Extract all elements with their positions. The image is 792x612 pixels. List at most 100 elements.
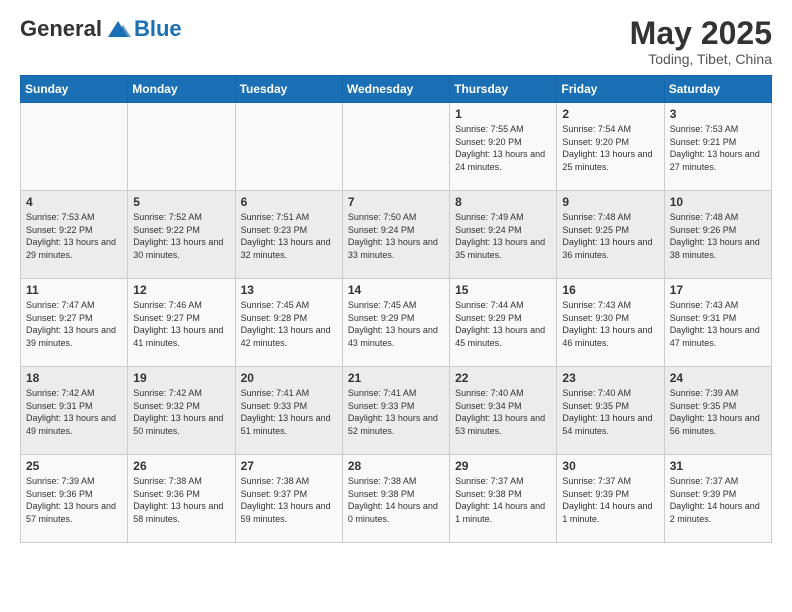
day-info: Sunrise: 7:41 AM Sunset: 9:33 PM Dayligh… (241, 387, 337, 437)
calendar-cell: 5Sunrise: 7:52 AM Sunset: 9:22 PM Daylig… (128, 191, 235, 279)
day-number: 13 (241, 283, 337, 297)
day-info: Sunrise: 7:43 AM Sunset: 9:30 PM Dayligh… (562, 299, 658, 349)
day-number: 14 (348, 283, 444, 297)
calendar-cell: 29 Sunrise: 7:37 AM Sunset: 9:38 PM Dayli… (450, 455, 557, 543)
day-info: Sunrise: 7:40 AM Sunset: 9:34 PM Dayligh… (455, 387, 551, 437)
logo-general-text: General (20, 16, 102, 42)
day-number: 8 (455, 195, 551, 209)
day-number: 29 (455, 459, 551, 473)
day-info: Sunrise: 7:40 AM Sunset: 9:35 PM Dayligh… (562, 387, 658, 437)
day-info: Sunrise: 7:39 AM Sunset: 9:35 PM Dayligh… (670, 387, 766, 437)
calendar-cell: 16Sunrise: 7:43 AM Sunset: 9:30 PM Dayli… (557, 279, 664, 367)
calendar-cell (21, 103, 128, 191)
calendar-cell: 18Sunrise: 7:42 AM Sunset: 9:31 PM Dayli… (21, 367, 128, 455)
day-number: 15 (455, 283, 551, 297)
logo-icon (103, 17, 133, 41)
calendar-cell: 28 Sunrise: 7:38 AM Sunset: 9:38 PM Dayli… (342, 455, 449, 543)
calendar-cell: 1Sunrise: 7:55 AM Sunset: 9:20 PM Daylig… (450, 103, 557, 191)
day-info: Sunrise: 7:43 AM Sunset: 9:31 PM Dayligh… (670, 299, 766, 349)
calendar-cell: 7Sunrise: 7:50 AM Sunset: 9:24 PM Daylig… (342, 191, 449, 279)
day-number: 17 (670, 283, 766, 297)
day-info: Sunrise: 7:44 AM Sunset: 9:29 PM Dayligh… (455, 299, 551, 349)
calendar-cell: 26 Sunrise: 7:38 AM Sunset: 9:36 PM Dayli… (128, 455, 235, 543)
calendar-cell: 21 Sunrise: 7:41 AM Sunset: 9:33 PM Dayli… (342, 367, 449, 455)
day-number: 2 (562, 107, 658, 121)
calendar-cell: 2 Sunrise: 7:54 AM Sunset: 9:20 PM Daylig… (557, 103, 664, 191)
calendar-cell: 13 Sunrise: 7:45 AM Sunset: 9:28 PM Dayli… (235, 279, 342, 367)
day-info: Sunrise: 7:38 AM Sunset: 9:36 PM Dayligh… (133, 475, 229, 525)
calendar-cell: 31 Sunrise: 7:37 AM Sunset: 9:39 PM Dayli… (664, 455, 771, 543)
day-number: 4 (26, 195, 122, 209)
logo-blue-text: Blue (134, 16, 182, 42)
calendar-cell (128, 103, 235, 191)
day-number: 24 (670, 371, 766, 385)
day-number: 31 (670, 459, 766, 473)
day-info: Sunrise: 7:55 AM Sunset: 9:20 PM Dayligh… (455, 123, 551, 173)
day-number: 30 (562, 459, 658, 473)
day-number: 27 (241, 459, 337, 473)
day-info: Sunrise: 7:50 AM Sunset: 9:24 PM Dayligh… (348, 211, 444, 261)
day-number: 6 (241, 195, 337, 209)
calendar-week-row: 11 Sunrise: 7:47 AM Sunset: 9:27 PM Dayli… (21, 279, 772, 367)
calendar-cell: 14 Sunrise: 7:45 AM Sunset: 9:29 PM Dayli… (342, 279, 449, 367)
day-number: 12 (133, 283, 229, 297)
day-number: 23 (562, 371, 658, 385)
day-info: Sunrise: 7:41 AM Sunset: 9:33 PM Dayligh… (348, 387, 444, 437)
day-of-week-header: Friday (557, 76, 664, 103)
day-info: Sunrise: 7:45 AM Sunset: 9:28 PM Dayligh… (241, 299, 337, 349)
day-info: Sunrise: 7:51 AM Sunset: 9:23 PM Dayligh… (241, 211, 337, 261)
day-info: Sunrise: 7:46 AM Sunset: 9:27 PM Dayligh… (133, 299, 229, 349)
day-of-week-header: Thursday (450, 76, 557, 103)
calendar-week-row: 4 Sunrise: 7:53 AM Sunset: 9:22 PM Daylig… (21, 191, 772, 279)
day-number: 26 (133, 459, 229, 473)
day-info: Sunrise: 7:54 AM Sunset: 9:20 PM Dayligh… (562, 123, 658, 173)
calendar-cell (342, 103, 449, 191)
day-info: Sunrise: 7:37 AM Sunset: 9:39 PM Dayligh… (562, 475, 658, 525)
calendar-week-row: 1Sunrise: 7:55 AM Sunset: 9:20 PM Daylig… (21, 103, 772, 191)
day-number: 9 (562, 195, 658, 209)
calendar-cell: 20 Sunrise: 7:41 AM Sunset: 9:33 PM Dayli… (235, 367, 342, 455)
location: Toding, Tibet, China (630, 51, 772, 67)
calendar-cell: 6 Sunrise: 7:51 AM Sunset: 9:23 PM Daylig… (235, 191, 342, 279)
page: General Blue May 2025 Toding, Tibet, Chi… (0, 0, 792, 612)
calendar-cell: 19 Sunrise: 7:42 AM Sunset: 9:32 PM Dayli… (128, 367, 235, 455)
day-number: 11 (26, 283, 122, 297)
day-info: Sunrise: 7:42 AM Sunset: 9:31 PM Dayligh… (26, 387, 122, 437)
day-number: 22 (455, 371, 551, 385)
calendar-week-row: 25 Sunrise: 7:39 AM Sunset: 9:36 PM Dayli… (21, 455, 772, 543)
day-of-week-header: Sunday (21, 76, 128, 103)
calendar-cell: 23 Sunrise: 7:40 AM Sunset: 9:35 PM Dayli… (557, 367, 664, 455)
calendar-cell: 22 Sunrise: 7:40 AM Sunset: 9:34 PM Dayli… (450, 367, 557, 455)
calendar-cell: 15 Sunrise: 7:44 AM Sunset: 9:29 PM Dayli… (450, 279, 557, 367)
day-info: Sunrise: 7:37 AM Sunset: 9:38 PM Dayligh… (455, 475, 551, 525)
day-number: 25 (26, 459, 122, 473)
day-info: Sunrise: 7:48 AM Sunset: 9:25 PM Dayligh… (562, 211, 658, 261)
day-info: Sunrise: 7:47 AM Sunset: 9:27 PM Dayligh… (26, 299, 122, 349)
day-info: Sunrise: 7:52 AM Sunset: 9:22 PM Dayligh… (133, 211, 229, 261)
calendar-cell: 3Sunrise: 7:53 AM Sunset: 9:21 PM Daylig… (664, 103, 771, 191)
calendar-cell: 25 Sunrise: 7:39 AM Sunset: 9:36 PM Dayli… (21, 455, 128, 543)
day-info: Sunrise: 7:53 AM Sunset: 9:21 PM Dayligh… (670, 123, 766, 173)
calendar-table: SundayMondayTuesdayWednesdayThursdayFrid… (20, 75, 772, 543)
day-number: 20 (241, 371, 337, 385)
calendar-cell: 24 Sunrise: 7:39 AM Sunset: 9:35 PM Dayli… (664, 367, 771, 455)
calendar-cell (235, 103, 342, 191)
day-of-week-header: Saturday (664, 76, 771, 103)
header: General Blue May 2025 Toding, Tibet, Chi… (20, 16, 772, 67)
day-info: Sunrise: 7:53 AM Sunset: 9:22 PM Dayligh… (26, 211, 122, 261)
day-info: Sunrise: 7:49 AM Sunset: 9:24 PM Dayligh… (455, 211, 551, 261)
calendar-cell: 11 Sunrise: 7:47 AM Sunset: 9:27 PM Dayli… (21, 279, 128, 367)
calendar-cell: 12 Sunrise: 7:46 AM Sunset: 9:27 PM Dayli… (128, 279, 235, 367)
calendar-cell: 30 Sunrise: 7:37 AM Sunset: 9:39 PM Dayli… (557, 455, 664, 543)
day-info: Sunrise: 7:42 AM Sunset: 9:32 PM Dayligh… (133, 387, 229, 437)
day-number: 19 (133, 371, 229, 385)
day-info: Sunrise: 7:38 AM Sunset: 9:38 PM Dayligh… (348, 475, 444, 525)
day-number: 21 (348, 371, 444, 385)
day-info: Sunrise: 7:39 AM Sunset: 9:36 PM Dayligh… (26, 475, 122, 525)
day-number: 28 (348, 459, 444, 473)
day-info: Sunrise: 7:45 AM Sunset: 9:29 PM Dayligh… (348, 299, 444, 349)
day-info: Sunrise: 7:37 AM Sunset: 9:39 PM Dayligh… (670, 475, 766, 525)
day-info: Sunrise: 7:38 AM Sunset: 9:37 PM Dayligh… (241, 475, 337, 525)
day-number: 10 (670, 195, 766, 209)
day-of-week-header: Monday (128, 76, 235, 103)
